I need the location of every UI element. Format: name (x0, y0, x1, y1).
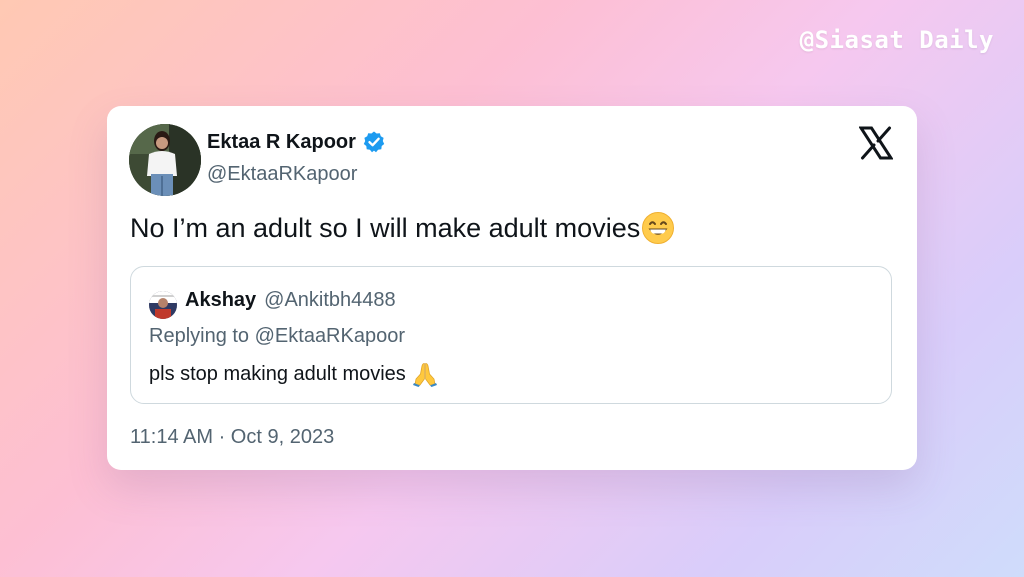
folded-hands-icon (412, 361, 438, 387)
grinning-face-icon (641, 211, 675, 245)
x-logo-icon[interactable] (858, 126, 894, 160)
quoted-author-avatar[interactable] (149, 291, 177, 319)
author-avatar[interactable] (129, 124, 201, 196)
author-name[interactable]: Ektaa R Kapoor (207, 131, 356, 154)
tweet-card: Ektaa R Kapoor @EktaaRKapoor No I’m an a… (107, 106, 917, 470)
quoted-tweet[interactable]: Akshay @Ankitbh4488 Replying to @EktaaRK… (130, 266, 892, 404)
quoted-header: Akshay @Ankitbh4488 (185, 289, 396, 312)
profile-photo-icon (149, 291, 177, 319)
quoted-replying-to[interactable]: Replying to @EktaaRKapoor (149, 325, 405, 348)
tweet-text: No I’m an adult so I will make adult mov… (130, 212, 641, 243)
tweet-timestamp[interactable]: 11:14 AM · Oct 9, 2023 (130, 426, 334, 449)
verified-badge-icon (362, 130, 386, 154)
tweet-body: No I’m an adult so I will make adult mov… (130, 211, 675, 245)
author-handle[interactable]: @EktaaRKapoor (207, 163, 357, 186)
profile-photo-icon (129, 124, 201, 196)
quoted-author-name[interactable]: Akshay (185, 289, 256, 312)
quoted-text: pls stop making adult movies (149, 362, 406, 385)
author-name-row: Ektaa R Kapoor (207, 130, 386, 154)
quoted-author-handle[interactable]: @Ankitbh4488 (264, 289, 396, 312)
watermark-siasat-daily: @Siasat Daily (799, 26, 994, 54)
quoted-body: pls stop making adult movies (149, 361, 438, 387)
